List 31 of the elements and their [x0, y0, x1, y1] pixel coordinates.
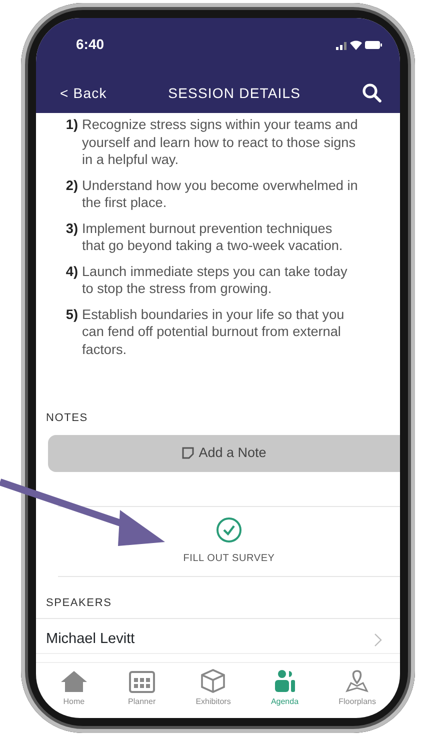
- tab-bar-item[interactable]: Floorplans: [338, 669, 376, 708]
- tab-bar-item[interactable]: Planner: [128, 669, 156, 708]
- status-icons: [336, 38, 382, 50]
- objective-text: Establish boundaries in your life so that you can fend off potential burnout from external factors.: [82, 306, 346, 358]
- objective-text: Understand how you become overwhelmed in the first place.: [82, 176, 358, 212]
- survey-link[interactable]: FILL OUT SURVEY: [183, 550, 275, 566]
- box-icon: [199, 669, 228, 693]
- item-number: 5): [64, 306, 78, 324]
- item-number: 4): [64, 262, 78, 281]
- item-number: 3): [64, 220, 78, 238]
- home-icon: [60, 669, 88, 693]
- tab-bar-item[interactable]: Home: [60, 669, 88, 708]
- screen-title: SESSION DETAILS: [168, 84, 301, 102]
- objective-text: Recognize stress signs within your teams and yourself and learn how to react to those signs in a helpful way.: [82, 116, 358, 168]
- section-heading: SPEAKERS: [36, 594, 400, 619]
- objective-text: Launch immediate steps you can take today to stop the stress from growing.: [82, 262, 348, 298]
- search-button[interactable]: [362, 81, 382, 105]
- chevron-icon[interactable]: [374, 632, 382, 647]
- add-note-button[interactable]: Add a Note: [48, 434, 400, 472]
- tab-bar-item[interactable]: Exhibitors: [196, 669, 231, 708]
- check-circle-icon[interactable]: [216, 516, 242, 542]
- item-number: 1): [64, 116, 78, 134]
- item-number: 2): [64, 176, 78, 195]
- section-heading: NOTES: [45, 411, 89, 426]
- speaker-name[interactable]: Michael Levitt: [46, 629, 135, 651]
- back-link[interactable]: < Back: [60, 82, 107, 104]
- status-time: 6:40: [76, 35, 104, 54]
- tab-bar-item[interactable]: Agenda: [270, 669, 299, 708]
- objective-text: Implement burnout prevention techniques that go beyond taking a two-week vacation.: [82, 220, 344, 254]
- calendar-icon: [128, 669, 156, 693]
- note-icon: [182, 447, 194, 459]
